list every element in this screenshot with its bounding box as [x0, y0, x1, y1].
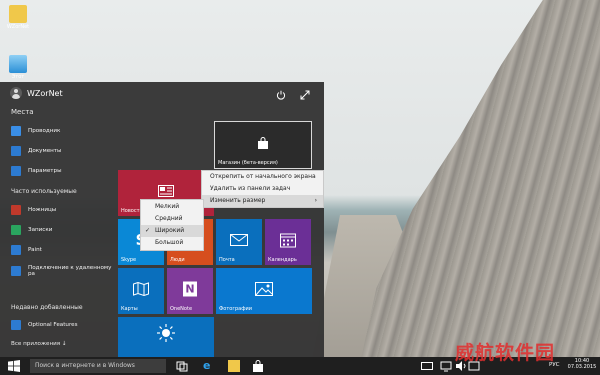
tile-label: Почта	[219, 257, 235, 263]
chevron-right-icon: ›	[314, 197, 317, 204]
frequent-label: Paint	[28, 247, 42, 253]
onenote-icon: N	[183, 281, 197, 297]
expand-icon[interactable]	[300, 90, 310, 100]
tile-store[interactable]: Магазин (бета-версия)	[214, 121, 312, 169]
context-item-resize[interactable]: Изменить размер ›	[202, 195, 323, 207]
clock[interactable]: 10:40 07.03.2015	[566, 358, 598, 370]
size-item-small[interactable]: Мелкий	[141, 201, 203, 213]
news-icon	[158, 184, 174, 197]
browser-icon[interactable]: e	[203, 360, 215, 372]
tile-photos[interactable]: Фотографии	[216, 268, 312, 314]
tile-label: Люди	[170, 257, 185, 263]
folder-icon	[11, 126, 21, 136]
features-icon	[11, 320, 21, 330]
avatar	[10, 87, 22, 99]
user-account[interactable]: WZorNet	[10, 87, 63, 99]
tile-weather[interactable]	[118, 317, 214, 357]
size-item-large[interactable]: Большой	[141, 237, 203, 249]
tile-label: OneNote	[170, 306, 193, 312]
place-label: Документы	[28, 148, 62, 154]
frequent-item-notes[interactable]: Записки	[11, 225, 52, 235]
calendar-icon	[280, 233, 296, 248]
place-item-explorer[interactable]: Проводник	[11, 126, 60, 136]
gear-icon	[11, 166, 21, 176]
scissors-icon	[11, 205, 21, 215]
power-icon[interactable]	[276, 90, 286, 100]
tile-label: Skype	[121, 257, 137, 263]
clock-date: 07.03.2015	[567, 364, 597, 370]
network-icon[interactable]	[440, 360, 452, 372]
store-icon[interactable]	[252, 360, 264, 372]
user-folder-icon	[9, 5, 27, 23]
place-item-documents[interactable]: Документы	[11, 146, 61, 156]
size-item-label: Широкий	[154, 227, 185, 234]
frequent-label: Записки	[28, 227, 53, 233]
size-item-medium[interactable]: Средний	[141, 213, 203, 225]
place-label: Параметры	[28, 168, 62, 174]
tile-context-menu: Открепить от начального экрана Удалить и…	[201, 170, 324, 208]
seawall-image	[360, 0, 600, 360]
recent-label: Optional Features	[28, 322, 78, 328]
tile-label: Магазин (бета-версия)	[218, 160, 278, 166]
user-name: WZorNet	[27, 88, 63, 98]
context-item-label: Изменить размер	[210, 197, 266, 204]
places-header: Места	[11, 108, 34, 116]
place-label: Проводник	[28, 128, 61, 134]
desktop-icon-label: WZorNet	[6, 24, 30, 30]
frequent-label: Ножницы	[28, 207, 57, 213]
desktop-icon-this-pc[interactable]: Этот	[3, 55, 33, 80]
paint-icon	[11, 245, 21, 255]
tile-mail[interactable]: Почта	[216, 219, 262, 265]
recent-header: Недавно добавленные	[11, 304, 83, 311]
context-item-remove-taskbar[interactable]: Удалить из панели задач	[202, 183, 323, 195]
task-view-icon[interactable]	[176, 360, 188, 372]
context-item-unpin[interactable]: Открепить от начального экрана	[202, 171, 323, 183]
tile-label: Календарь	[268, 257, 297, 263]
frequent-header: Часто используемые	[11, 188, 77, 195]
desktop-icon-user[interactable]: WZorNet	[3, 5, 33, 30]
place-item-settings[interactable]: Параметры	[11, 166, 62, 176]
frequent-item-remote[interactable]: Подключение к удаленному ра	[11, 265, 112, 277]
frequent-item-paint[interactable]: Paint	[11, 245, 42, 255]
mail-icon	[230, 233, 248, 246]
tile-label: Карты	[121, 306, 138, 312]
search-input[interactable]: Поиск в интернете и в Windows	[30, 359, 166, 373]
photos-icon	[255, 281, 273, 296]
tile-label: Фотографии	[219, 306, 252, 312]
start-left-column: WZorNet Места Проводник Документы Параме…	[0, 82, 112, 357]
maps-icon	[133, 281, 149, 296]
watermark: 威航软件园	[455, 342, 556, 364]
this-pc-icon	[9, 55, 27, 73]
notes-icon	[11, 225, 21, 235]
size-item-wide[interactable]: ✓ Широкий	[141, 225, 203, 237]
all-apps-link[interactable]: Все приложения ↓	[11, 341, 67, 347]
check-icon: ✓	[145, 227, 151, 234]
tile-calendar[interactable]: Календарь	[265, 219, 311, 265]
windows-start-icon[interactable]	[8, 360, 20, 372]
desktop-icon-label: Этот	[11, 74, 25, 80]
size-submenu: Мелкий Средний ✓ Широкий Большой	[140, 199, 204, 251]
recent-item-features[interactable]: Optional Features	[11, 320, 77, 330]
store-bag-icon	[258, 136, 268, 149]
sun-icon	[157, 324, 175, 342]
tile-maps[interactable]: Карты	[118, 268, 164, 314]
frequent-label: Подключение к удаленному ра	[28, 265, 112, 277]
frequent-item-snipping[interactable]: Ножницы	[11, 205, 56, 215]
file-explorer-icon[interactable]	[228, 360, 240, 372]
documents-icon	[11, 146, 21, 156]
remote-desktop-icon	[11, 266, 21, 276]
keyboard-icon[interactable]	[421, 362, 433, 370]
tile-onenote[interactable]: N OneNote	[167, 268, 213, 314]
